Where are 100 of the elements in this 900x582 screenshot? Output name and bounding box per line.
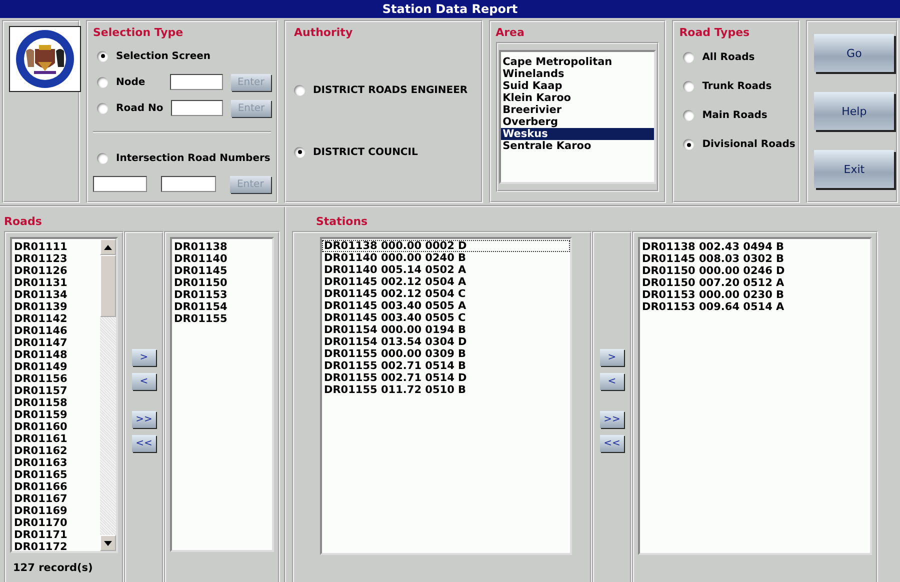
list-item[interactable]: DR01155 002.71 0514 D <box>322 372 570 384</box>
move-button[interactable]: < <box>600 373 624 390</box>
scroll-down-button[interactable] <box>100 535 116 551</box>
list-item[interactable]: DR01145 <box>172 265 272 277</box>
move-button[interactable]: << <box>132 435 156 452</box>
list-item[interactable]: DR01169 <box>12 505 100 517</box>
option-label: Node <box>116 76 146 88</box>
list-item[interactable]: DR01145 002.12 0504 A <box>322 276 570 288</box>
action-button[interactable]: Go <box>814 34 894 72</box>
section-title: Roads <box>4 215 43 228</box>
list-item[interactable]: Cape Metropolitan <box>500 56 654 68</box>
list-item[interactable]: DR01140 000.00 0240 B <box>322 252 570 264</box>
list-item[interactable]: DR01163 <box>12 457 100 469</box>
list-item[interactable]: DR01157 <box>12 385 100 397</box>
scrollbar[interactable] <box>100 239 116 551</box>
down-arrow-icon <box>104 540 112 546</box>
list-item[interactable]: DR01154 <box>172 301 272 313</box>
move-button[interactable]: >> <box>132 411 156 428</box>
input-field[interactable] <box>171 100 224 116</box>
list-item[interactable]: DR01154 013.54 0304 D <box>322 336 570 348</box>
radio-button[interactable] <box>683 52 694 63</box>
list-item[interactable]: DR01153 009.64 0514 A <box>640 301 870 313</box>
input-field[interactable] <box>161 176 216 192</box>
list-item[interactable]: DR01161 <box>12 433 100 445</box>
action-button[interactable]: Exit <box>814 150 894 188</box>
list-item[interactable]: DR01150 007.20 0512 A <box>640 277 870 289</box>
list-item[interactable]: DR01155 011.72 0510 B <box>322 384 570 396</box>
list-item[interactable]: DR01166 <box>12 481 100 493</box>
list-item[interactable]: DR01170 <box>12 517 100 529</box>
list-item[interactable]: DR01147 <box>12 337 100 349</box>
list-item[interactable]: DR01140 <box>172 253 272 265</box>
list-item[interactable]: DR01159 <box>12 409 100 421</box>
list-item[interactable]: DR01150 <box>172 277 272 289</box>
input-field[interactable] <box>170 74 223 90</box>
list-item[interactable]: DR01160 <box>12 421 100 433</box>
list-item[interactable]: DR01148 <box>12 349 100 361</box>
radio-button[interactable] <box>294 146 305 158</box>
list-item[interactable]: DR01155 000.00 0309 B <box>322 348 570 360</box>
list-item[interactable]: Overberg <box>500 116 654 128</box>
option-label: DISTRICT COUNCIL <box>313 146 418 158</box>
section-title: Stations <box>316 215 369 228</box>
list-item[interactable]: DR01165 <box>12 469 100 481</box>
list-item[interactable]: DR01153 <box>172 289 272 301</box>
list-item[interactable]: DR01126 <box>12 265 100 277</box>
radio-button[interactable] <box>683 81 694 92</box>
radio-button[interactable] <box>97 76 108 88</box>
list-item[interactable]: DR01134 <box>12 289 100 301</box>
radio-button[interactable] <box>97 152 108 164</box>
action-button[interactable]: Help <box>814 92 894 130</box>
move-button[interactable]: < <box>132 373 156 390</box>
list-item[interactable]: DR01138 002.43 0494 B <box>640 241 870 253</box>
list-item[interactable]: DR01138 <box>172 241 272 253</box>
list-item[interactable]: Suid Kaap <box>500 80 654 92</box>
option-label: Trunk Roads <box>702 81 772 92</box>
list-item[interactable]: DR01111 <box>12 241 100 253</box>
option-label: Selection Screen <box>116 50 211 62</box>
move-button[interactable]: << <box>600 435 624 452</box>
scroll-thumb[interactable] <box>100 255 116 317</box>
move-button[interactable]: > <box>600 349 624 366</box>
radio-button[interactable] <box>683 110 694 121</box>
move-button[interactable]: > <box>132 349 156 366</box>
record-count: 127 record(s) <box>13 562 94 574</box>
list-item[interactable]: DR01145 003.40 0505 A <box>322 300 570 312</box>
list-item[interactable]: DR01155 002.71 0514 B <box>322 360 570 372</box>
list-item[interactable]: DR01145 003.40 0505 C <box>322 312 570 324</box>
list-item[interactable]: Sentrale Karoo <box>500 140 654 152</box>
list-item[interactable]: DR01146 <box>12 325 100 337</box>
radio-button[interactable] <box>294 84 305 96</box>
list-item[interactable]: DR01145 008.03 0302 B <box>640 253 870 265</box>
option-label: Main Roads <box>702 110 768 121</box>
list-item[interactable]: Klein Karoo <box>500 92 654 104</box>
list-item[interactable]: DR01131 <box>12 277 100 289</box>
list-item[interactable]: DR01171 <box>12 529 100 541</box>
list-item[interactable]: Breerivier <box>500 104 654 116</box>
list-item[interactable]: Winelands <box>500 68 654 80</box>
option-label: Divisional Roads <box>702 139 796 150</box>
list-item[interactable]: DR01139 <box>12 301 100 313</box>
list-item[interactable]: DR01142 <box>12 313 100 325</box>
radio-button[interactable] <box>683 139 694 150</box>
list-item[interactable]: DR01172 <box>12 541 100 551</box>
list-item[interactable]: DR01138 000.00 0002 D <box>322 240 570 252</box>
radio-button[interactable] <box>97 50 108 62</box>
scroll-up-button[interactable] <box>100 239 116 255</box>
input-field[interactable] <box>93 176 148 192</box>
list-item[interactable]: DR01167 <box>12 493 100 505</box>
list-item[interactable]: DR01156 <box>12 373 100 385</box>
section-title: Area <box>496 26 524 39</box>
move-button[interactable]: >> <box>600 411 624 428</box>
list-item[interactable]: DR01155 <box>172 313 272 325</box>
list-item[interactable]: DR01149 <box>12 361 100 373</box>
list-item[interactable]: Weskus <box>500 128 654 140</box>
list-item[interactable]: DR01154 000.00 0194 B <box>322 324 570 336</box>
list-item[interactable]: DR01162 <box>12 445 100 457</box>
list-item[interactable]: DR01145 002.12 0504 C <box>322 288 570 300</box>
list-item[interactable]: DR01140 005.14 0502 A <box>322 264 570 276</box>
list-item[interactable]: DR01153 000.00 0230 B <box>640 289 870 301</box>
list-item[interactable]: DR01158 <box>12 397 100 409</box>
radio-button[interactable] <box>97 102 108 114</box>
list-item[interactable]: DR01150 000.00 0246 D <box>640 265 870 277</box>
list-item[interactable]: DR01123 <box>12 253 100 265</box>
